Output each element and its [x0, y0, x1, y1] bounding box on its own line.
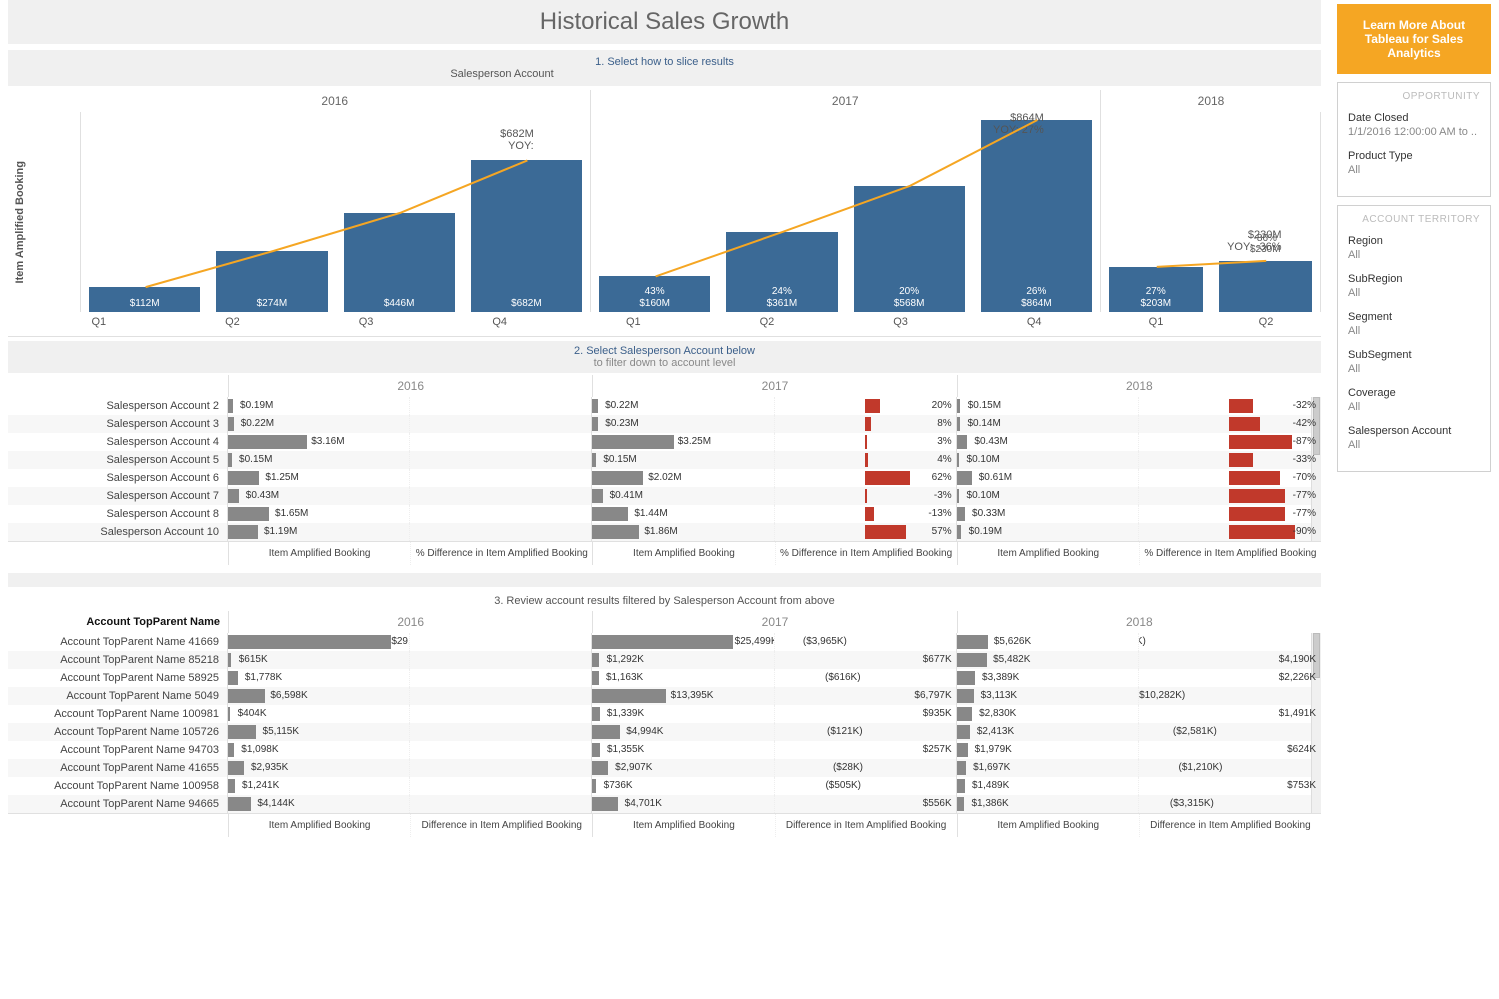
salesperson-row[interactable]: Salesperson Account 7$0.43M$0.41M-3%$0.1…	[8, 487, 1321, 505]
account-table[interactable]: Account TopParent Name 2016 2017 2018 Ac…	[8, 611, 1321, 837]
account-row[interactable]: Account TopParent Name 100958$1,241K$736…	[8, 777, 1321, 795]
account-row[interactable]: Account TopParent Name 5049$6,598K$13,39…	[8, 687, 1321, 705]
salesperson-row[interactable]: Salesperson Account 6$1.25M$2.02M62%$0.6…	[8, 469, 1321, 487]
salesperson-row[interactable]: Salesperson Account 10$1.19M$1.86M57%$0.…	[8, 523, 1321, 541]
t1-year-2018[interactable]: 2018	[957, 375, 1321, 397]
chart-x-label: Q1	[567, 312, 701, 332]
account-row[interactable]: Account TopParent Name 85218$615K$1,292K…	[8, 651, 1321, 669]
chart-year-2018[interactable]: 2018	[1101, 90, 1321, 112]
chart-bar-2016-Q1[interactable]: $112M	[81, 112, 208, 312]
chart-year-2016[interactable]: 2016	[80, 90, 591, 112]
t1-foot: Item Amplified Booking	[229, 542, 411, 565]
chart-x-label: Q4	[967, 312, 1101, 332]
t1-year-2016[interactable]: 2016	[228, 375, 592, 397]
t2-foot: Difference in Item Amplified Booking	[1140, 814, 1321, 837]
salesperson-row[interactable]: Salesperson Account 8$1.65M$1.44M-13%$0.…	[8, 505, 1321, 523]
filter-salesperson[interactable]: Salesperson Account All	[1348, 425, 1480, 451]
filter-subregion[interactable]: SubRegion All	[1348, 273, 1480, 299]
chart-bar-2016-Q2[interactable]: $274M	[208, 112, 335, 312]
chart-x-label: Q2	[166, 312, 300, 332]
page-title: Historical Sales Growth	[8, 0, 1321, 44]
filter-panel-title: ACCOUNT TERRITORY	[1348, 214, 1480, 225]
filter-segment[interactable]: Segment All	[1348, 311, 1480, 337]
chart-bar-2017-Q3[interactable]: 20%$568M	[846, 112, 973, 312]
t2-foot: Difference in Item Amplified Booking	[411, 814, 592, 837]
t2-foot: Item Amplified Booking	[593, 814, 775, 837]
t1-foot: Item Amplified Booking	[958, 542, 1140, 565]
t2-foot: Item Amplified Booking	[229, 814, 411, 837]
t2-foot: Difference in Item Amplified Booking	[776, 814, 957, 837]
account-row[interactable]: Account TopParent Name 100981$404K$1,339…	[8, 705, 1321, 723]
chart-x-label: Q3	[299, 312, 433, 332]
divider	[8, 573, 1321, 587]
instruction-1-sub: Salesperson Account	[450, 68, 878, 80]
chart-year-2017[interactable]: 2017	[591, 90, 1102, 112]
salesperson-row[interactable]: Salesperson Account 3$0.22M$0.23M8%$0.14…	[8, 415, 1321, 433]
filter-panel-territory: ACCOUNT TERRITORY Region All SubRegion A…	[1337, 205, 1491, 472]
instruction-3-title: 3. Review account results filtered by Sa…	[8, 595, 1321, 607]
filter-product-type[interactable]: Product Type All	[1348, 150, 1480, 176]
chart-x-label: Q4	[433, 312, 567, 332]
filter-panel-opportunity: OPPORTUNITY Date Closed 1/1/2016 12:00:0…	[1337, 82, 1491, 197]
chart-bar-2017-Q1[interactable]: 43%$160M	[591, 112, 718, 312]
chart-bar-2017-Q4[interactable]: 26%$864M	[973, 112, 1100, 312]
instruction-2-bar: 2. Select Salesperson Account below to f…	[8, 341, 1321, 373]
account-row[interactable]: Account TopParent Name 58925$1,778K$1,16…	[8, 669, 1321, 687]
chart-annotation: $864MYOY: 27%	[944, 112, 1044, 136]
chart-bar-2018-Q1[interactable]: 27%$203M	[1101, 112, 1211, 312]
filter-panel-title: OPPORTUNITY	[1348, 91, 1480, 102]
instruction-1-bar: 1. Select how to slice results Salespers…	[8, 50, 1321, 86]
account-row[interactable]: Account TopParent Name 41655$2,935K$2,90…	[8, 759, 1321, 777]
t2-year-2017[interactable]: 2017	[592, 611, 956, 633]
account-row[interactable]: Account TopParent Name 105726$5,115K$4,9…	[8, 723, 1321, 741]
chart-x-label: Q1	[1101, 312, 1211, 332]
chart-annotation: $230MYOY: -36%	[1182, 229, 1282, 253]
chart-x-label: Q3	[834, 312, 968, 332]
chart-bar-2018-Q2[interactable]: -86%$230M	[1211, 112, 1321, 312]
t1-foot: Item Amplified Booking	[593, 542, 775, 565]
t1-foot: % Difference in Item Amplified Booking	[776, 542, 957, 565]
chart-x-label: Q1	[32, 312, 166, 332]
filter-coverage[interactable]: Coverage All	[1348, 387, 1480, 413]
t1-foot: % Difference in Item Amplified Booking	[1140, 542, 1321, 565]
salesperson-row[interactable]: Salesperson Account 5$0.15M$0.15M4%$0.10…	[8, 451, 1321, 469]
chart-annotation: $682MYOY:	[434, 128, 534, 152]
account-row[interactable]: Account TopParent Name 94703$1,098K$1,35…	[8, 741, 1321, 759]
t2-foot: Item Amplified Booking	[958, 814, 1140, 837]
t1-foot: % Difference in Item Amplified Booking	[411, 542, 592, 565]
chart-y-axis-label: Item Amplified Booking	[8, 112, 32, 332]
t2-year-2018[interactable]: 2018	[957, 611, 1321, 633]
account-row[interactable]: Account TopParent Name 94665$4,144K$4,70…	[8, 795, 1321, 813]
sales-growth-chart[interactable]: 2016 2017 2018 Item Amplified Booking $1…	[8, 90, 1321, 337]
chart-x-label: Q2	[1211, 312, 1321, 332]
filter-subsegment[interactable]: SubSegment All	[1348, 349, 1480, 375]
instruction-2-title: 2. Select Salesperson Account below	[8, 345, 1321, 357]
salesperson-row[interactable]: Salesperson Account 4$3.16M$3.25M3%$0.43…	[8, 433, 1321, 451]
t2-rowhead: Account TopParent Name	[8, 611, 228, 633]
salesperson-row[interactable]: Salesperson Account 2$0.19M$0.22M20%$0.1…	[8, 397, 1321, 415]
account-row[interactable]: Account TopParent Name 41669$29,464K$25,…	[8, 633, 1321, 651]
t1-year-2017[interactable]: 2017	[592, 375, 956, 397]
filter-date-closed[interactable]: Date Closed 1/1/2016 12:00:00 AM to ..	[1348, 112, 1480, 138]
instruction-2-sub: to filter down to account level	[8, 357, 1321, 369]
chart-x-label: Q2	[700, 312, 834, 332]
cta-learn-more-button[interactable]: Learn More About Tableau for Sales Analy…	[1337, 4, 1491, 74]
t2-year-2016[interactable]: 2016	[228, 611, 592, 633]
instruction-1-title: 1. Select how to slice results	[450, 56, 878, 68]
chart-bar-2017-Q2[interactable]: 24%$361M	[718, 112, 845, 312]
filter-region[interactable]: Region All	[1348, 235, 1480, 261]
salesperson-table[interactable]: 2016 2017 2018 Salesperson Account 2$0.1…	[8, 375, 1321, 565]
